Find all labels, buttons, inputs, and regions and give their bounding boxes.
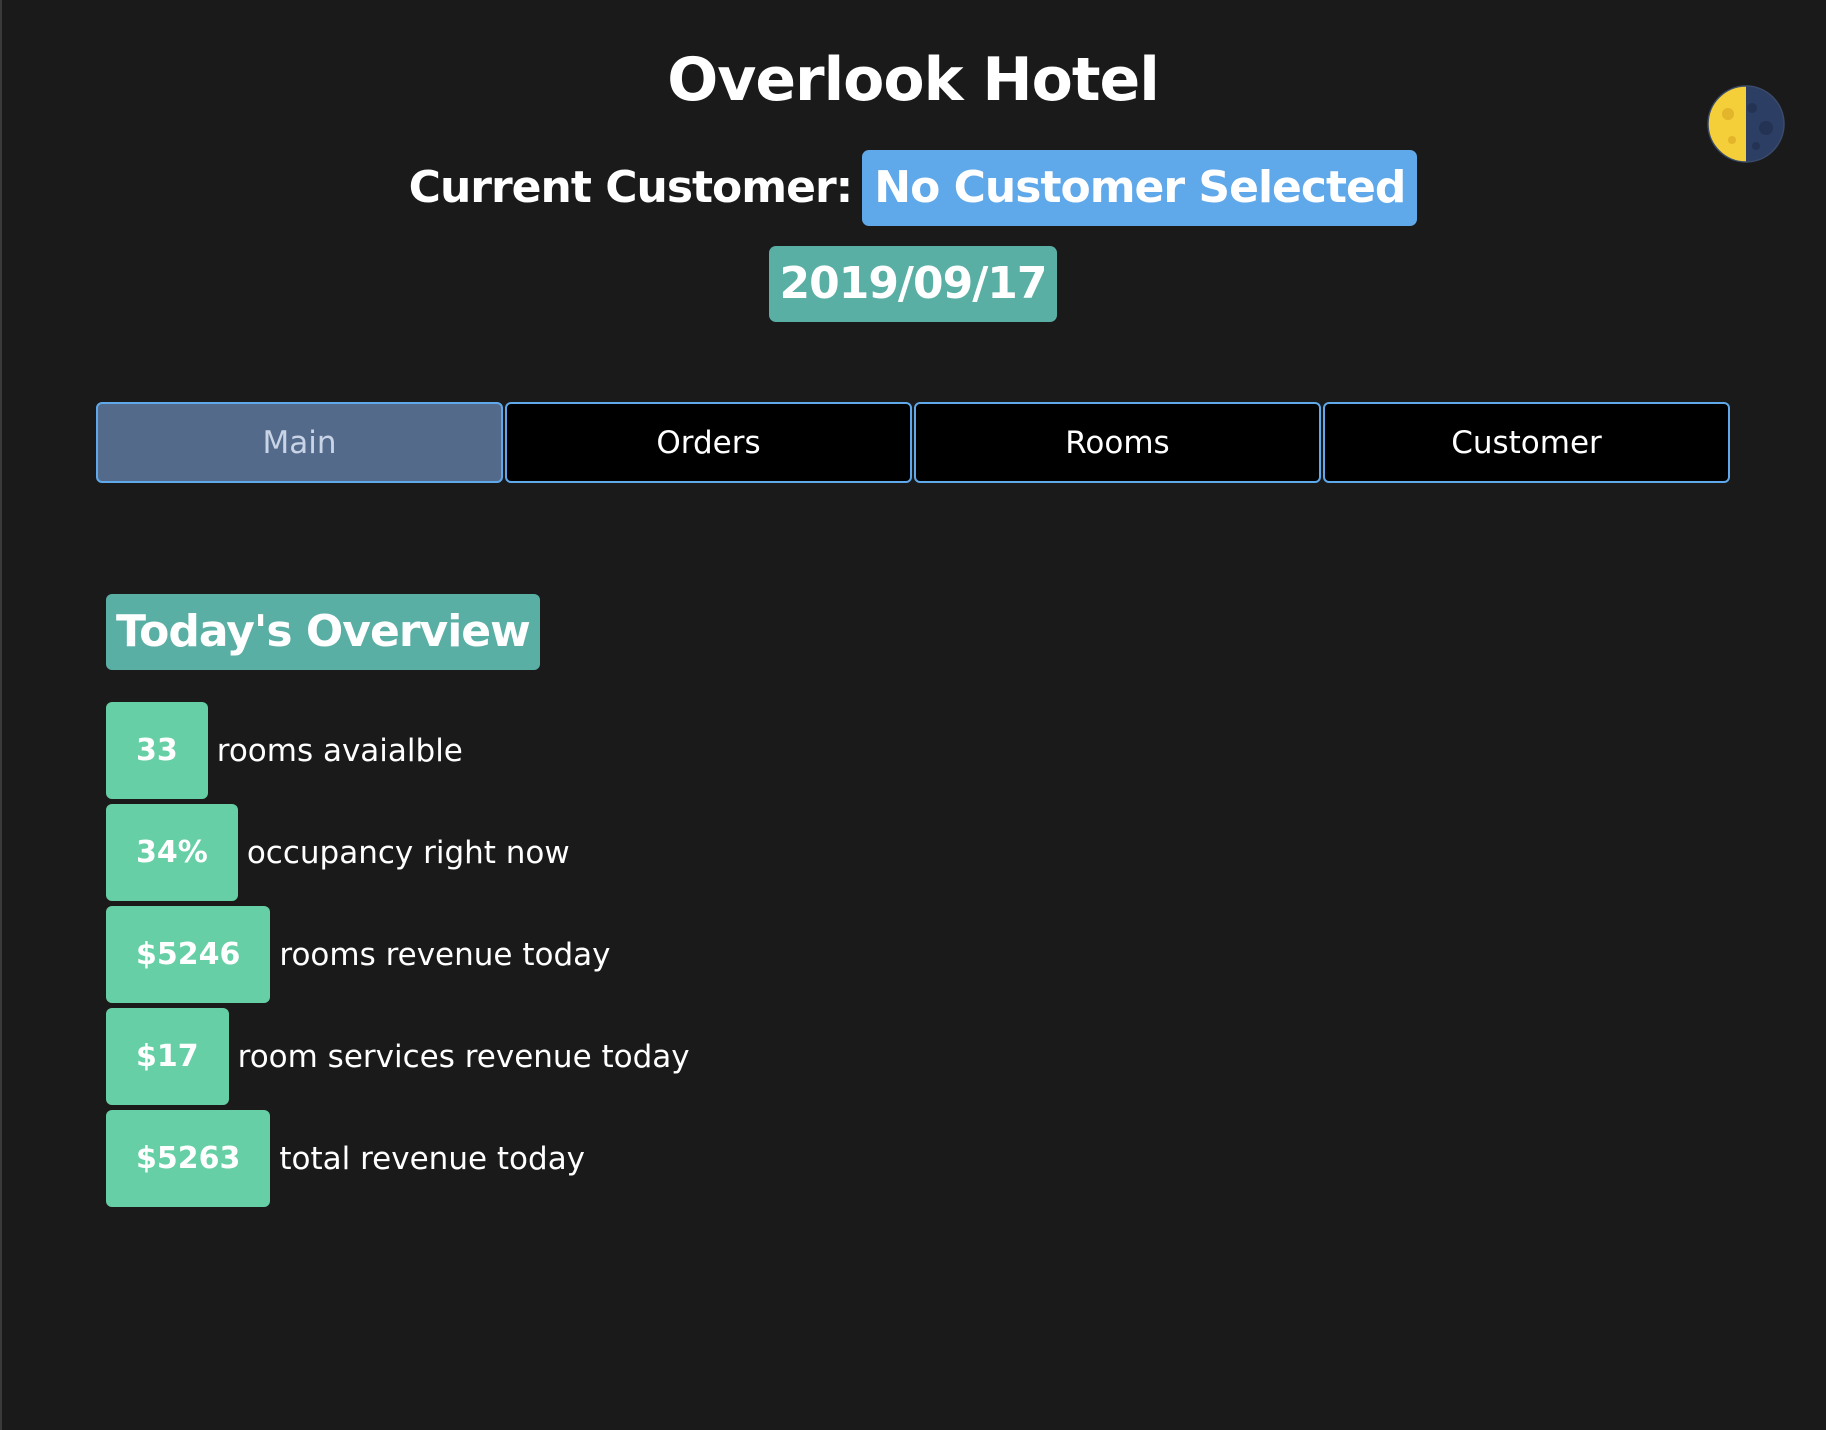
stat-rooms-available: 33 rooms avaialble [106,702,690,799]
moon-icon-graphic [1707,85,1785,163]
stat-label: rooms revenue today [279,936,611,973]
stat-value: $5263 [106,1110,271,1207]
current-date-badge: 2019/09/17 [769,246,1057,322]
stat-label: room services revenue today [237,1038,690,1075]
tab-rooms[interactable]: Rooms [914,402,1321,483]
main-tabs: Main Orders Rooms Customer [96,402,1730,483]
stat-label: rooms avaialble [216,732,463,769]
stat-label: total revenue today [279,1140,586,1177]
tab-orders[interactable]: Orders [505,402,912,483]
page-title: Overlook Hotel [667,45,1160,115]
stat-total-revenue: $5263 total revenue today [106,1110,690,1207]
tab-customer[interactable]: Customer [1323,402,1730,483]
overview-heading: Today's Overview [106,594,540,670]
current-customer: Current Customer: No Customer Selected [0,150,1826,226]
stat-rooms-revenue: $5246 rooms revenue today [106,906,690,1003]
current-customer-badge: No Customer Selected [862,150,1418,226]
overview-stats: 33 rooms avaialble 34% occupancy right n… [106,702,690,1212]
stat-room-services-revenue: $17 room services revenue today [106,1008,690,1105]
date-row: 2019/09/17 [0,246,1826,322]
current-customer-label: Current Customer: [408,162,854,213]
stat-value: 33 [106,702,208,799]
tab-main[interactable]: Main [96,402,503,483]
stat-value: 34% [106,804,238,901]
stat-value: $5246 [106,906,271,1003]
moon-icon[interactable] [1706,84,1786,164]
stat-label: occupancy right now [246,834,570,871]
stat-value: $17 [106,1008,229,1105]
stat-occupancy: 34% occupancy right now [106,804,690,901]
